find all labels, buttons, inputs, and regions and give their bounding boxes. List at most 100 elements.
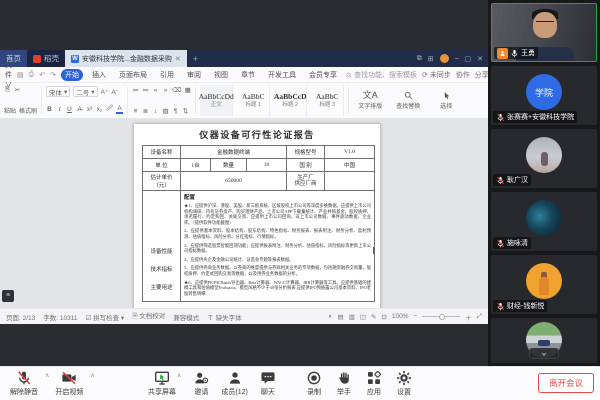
account-avatar[interactable] <box>440 54 449 63</box>
layout-icon[interactable]: ⧉ <box>417 55 422 63</box>
participant-tile-more[interactable] <box>491 318 597 363</box>
wps-docer-tab[interactable]: 稻壳 <box>27 50 65 67</box>
participant-tile-zhangsaisai[interactable]: 学院 张赛赛+安徽科技学院 <box>491 66 597 125</box>
zoom-slider[interactable] <box>422 316 460 317</box>
strike-button[interactable]: A̶ <box>76 106 83 113</box>
view-web-icon[interactable]: ▥ <box>349 313 355 321</box>
subscript-button[interactable]: x₂ <box>96 106 103 113</box>
proofread-button[interactable]: 🗎 文档校对 <box>132 310 165 323</box>
grid-icon[interactable]: ⊞ <box>428 55 434 63</box>
pilcrow-icon[interactable]: ¶ <box>172 108 179 115</box>
share-screen-button[interactable]: 共享屏幕 <box>148 370 176 397</box>
wps-document-tab[interactable]: W 安徽科技学院...金融数据采购 ✕ <box>65 50 187 67</box>
eye-protect-icon[interactable]: ◐ <box>329 313 333 320</box>
font-size-select[interactable]: 二号 ▾ <box>73 86 97 97</box>
sort-icon[interactable]: ⇅ <box>182 107 189 115</box>
zoom-level[interactable]: 100% <box>392 313 409 320</box>
find-replace-tool[interactable]: 查找替换 <box>391 85 425 116</box>
apps-button[interactable]: 应用 <box>366 370 382 397</box>
save-icon[interactable]: ▤ <box>17 71 24 79</box>
new-tab-button[interactable]: + <box>187 50 204 67</box>
nav-pane-toggle[interactable]: ≡ <box>2 290 14 302</box>
bullet-list-icon[interactable]: ≔ <box>132 86 139 94</box>
edit-pen-icon[interactable]: ✎ <box>371 313 376 321</box>
zoom-in-button[interactable]: ＋ <box>465 312 472 322</box>
invite-button[interactable]: 邀请 <box>193 370 209 397</box>
shrink-font-icon[interactable]: A⁻ <box>111 88 119 96</box>
settings-button[interactable]: 设置 <box>396 370 412 397</box>
align-left-icon[interactable]: ≡ <box>132 108 139 115</box>
restore-button[interactable]: ▢ <box>465 55 472 63</box>
undo-icon[interactable]: ↶ <box>39 71 45 79</box>
ribbon-tab-review[interactable]: 审阅 <box>183 69 205 81</box>
fullscreen-icon[interactable]: ⤢ <box>477 313 482 321</box>
leave-meeting-button[interactable]: 离开会议 <box>538 373 594 393</box>
zoom-slider-knob[interactable] <box>439 314 445 320</box>
word-count[interactable]: 字数: 10311 <box>43 312 77 322</box>
ribbon-tab-home[interactable]: 开始 <box>61 69 83 81</box>
share-options-chevron[interactable]: ∧ <box>177 372 181 397</box>
select-tool[interactable]: 选择 <box>429 85 463 116</box>
style-heading1[interactable]: AaBbC 标题 1 <box>237 85 270 116</box>
camera-options-chevron[interactable]: ∧ <box>90 372 94 379</box>
ribbon-tab-member[interactable]: 会员专享 <box>305 69 341 81</box>
highlight-button[interactable]: 🖉 <box>106 104 113 115</box>
paste-icon[interactable]: ⎘ <box>4 86 11 94</box>
line-spacing-icon[interactable]: ↕ <box>152 108 159 115</box>
ribbon-tab-section[interactable]: 章节 <box>237 69 259 81</box>
format-painter-button[interactable]: 格式刷 <box>19 106 37 115</box>
typeset-tool[interactable]: 文A 文字排版 <box>353 85 387 116</box>
paste-button[interactable]: 粘贴 <box>4 106 16 115</box>
outdent-icon[interactable]: « <box>152 87 159 94</box>
grow-font-icon[interactable]: A⁺ <box>101 88 109 96</box>
spellcheck-button[interactable]: ☑ 拼写检查 ▾ <box>85 312 124 322</box>
clear-format-icon[interactable]: ⌫ <box>172 86 181 94</box>
number-list-icon[interactable]: ≕ <box>142 86 149 94</box>
chat-button[interactable]: 聊天 <box>260 370 276 397</box>
fit-page-icon[interactable]: ⊡ <box>381 313 386 321</box>
font-color-button[interactable]: A <box>116 105 123 114</box>
align-center-icon[interactable]: ≣ <box>142 107 149 115</box>
unmute-button[interactable]: 解除静音 <box>10 370 38 397</box>
shading-icon[interactable]: ▦ <box>184 86 191 94</box>
print-icon[interactable]: ⎙ <box>29 71 35 79</box>
cut-icon[interactable]: ✂ <box>14 86 21 94</box>
participant-tile-gengguanghan[interactable]: 耿广汉 <box>491 129 597 188</box>
members-button[interactable]: 成员(12) <box>221 370 247 397</box>
underline-button[interactable]: U <box>66 106 73 113</box>
ribbon-search-input[interactable]: 查找功能、搜索模板 <box>346 70 417 80</box>
mic-options-chevron[interactable]: ∧ <box>45 372 49 379</box>
close-window-button[interactable]: ✕ <box>477 55 483 63</box>
font-family-select[interactable]: 宋体 ▾ <box>46 86 70 97</box>
start-video-button[interactable]: 开启视频 <box>55 370 83 397</box>
superscript-button[interactable]: x² <box>86 106 93 113</box>
missing-font-button[interactable]: Ｔ 缺失字体 <box>207 312 241 322</box>
ribbon-tab-insert[interactable]: 插入 <box>88 69 110 81</box>
bold-button[interactable]: B <box>46 106 53 113</box>
sync-status[interactable]: ⟳ 未同步 <box>422 70 451 80</box>
zoom-out-button[interactable]: − <box>414 313 418 320</box>
italic-button[interactable]: I <box>56 106 63 113</box>
close-tab-icon[interactable]: ✕ <box>175 55 181 63</box>
document-page[interactable]: 仪器设备可行性论证报告 设备名称 金融数据终端 规格型号 V1.0 单 位 1台… <box>133 123 381 308</box>
indent-icon[interactable]: » <box>162 87 169 94</box>
participant-tile-qianxinyue[interactable]: 财经-钱新悦 <box>491 255 597 314</box>
style-normal[interactable]: AaBbCcDd 正文 <box>200 85 233 116</box>
ribbon-tab-devtools[interactable]: 开发工具 <box>264 69 300 81</box>
collapse-sidebar-button[interactable] <box>529 348 559 359</box>
share-button[interactable]: 分享 <box>475 70 489 80</box>
participant-tile-shiyongqing[interactable]: 施咏清 <box>491 192 597 251</box>
collab-button[interactable]: 协作 <box>456 70 470 80</box>
redo-icon[interactable]: ↷ <box>50 71 56 79</box>
view-page-icon[interactable]: ▤ <box>338 313 344 321</box>
ribbon-tab-page-layout[interactable]: 页面布局 <box>115 69 151 81</box>
style-heading2[interactable]: AaBbCcD 标题 2 <box>274 85 307 116</box>
ribbon-tab-view[interactable]: 视图 <box>210 69 232 81</box>
record-button[interactable]: 录制 <box>306 370 322 397</box>
view-outline-icon[interactable]: ◫ <box>360 313 366 321</box>
raise-hand-button[interactable]: 举手 <box>336 370 352 397</box>
minimize-button[interactable]: – <box>455 55 459 62</box>
style-heading3[interactable]: AaBbC 标题 3 <box>311 85 344 116</box>
borders-icon[interactable]: ▧ <box>162 107 169 115</box>
ribbon-tab-references[interactable]: 引用 <box>156 69 178 81</box>
